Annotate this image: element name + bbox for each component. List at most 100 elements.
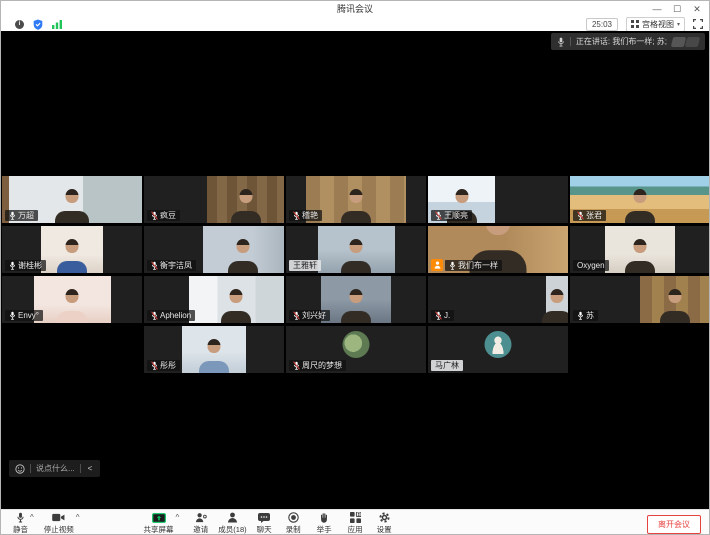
members-button[interactable]: 成员(18): [218, 512, 246, 535]
mic-status-icon: [577, 311, 584, 320]
raise-hand-icon: [319, 512, 329, 523]
tile-footer: Envy°: [5, 310, 43, 321]
participant-video: [34, 276, 111, 323]
tile-footer: Oxygen: [573, 260, 609, 271]
participant-name: 疯豆: [160, 211, 176, 220]
participant-name-label: 稽艳: [289, 210, 322, 221]
share-screen-button[interactable]: 共享屏幕: [144, 512, 174, 535]
mic-status-icon: [293, 211, 300, 220]
person-silhouette: [199, 337, 229, 373]
participant-name-label: 周尺的梦想: [289, 360, 346, 371]
minimize-button[interactable]: —: [647, 2, 667, 16]
participant-name-label: 我们布一样: [445, 260, 502, 271]
record-icon: [288, 512, 299, 523]
chat-button[interactable]: 聊天: [257, 512, 272, 535]
participant-tile[interactable]: 衡宇洁凤: [144, 226, 284, 273]
participant-tile[interactable]: 张君: [570, 176, 710, 223]
grid-row: 彤彤 周尺的梦想: [1, 326, 710, 373]
participant-tile[interactable]: Aphelion: [144, 276, 284, 323]
participant-video: [203, 226, 284, 273]
close-button[interactable]: ✕: [687, 2, 707, 16]
participant-tile[interactable]: 万超: [2, 176, 142, 223]
participant-tile[interactable]: 刘兴好: [286, 276, 426, 323]
participant-tile[interactable]: 谢桂彬: [2, 226, 142, 273]
share-options-chevron[interactable]: ^: [176, 513, 180, 522]
grid-row: Envy° Aphelion: [1, 276, 710, 323]
active-speaker-text: 正在讲话: 我们布一样; 苏;: [576, 36, 667, 47]
meeting-info-icon[interactable]: i: [15, 20, 24, 29]
view-mode-switcher[interactable]: 宫格视图 ▾: [626, 17, 685, 32]
emoji-icon[interactable]: [15, 464, 25, 474]
tile-footer: 稽艳: [289, 210, 322, 221]
participant-tile[interactable]: 周尺的梦想: [286, 326, 426, 373]
participant-video: [207, 176, 284, 223]
participant-tile[interactable]: 王雅轩: [286, 226, 426, 273]
tile-footer: 苏: [573, 310, 598, 321]
members-icon: [227, 512, 238, 523]
participant-name: 谢桂彬: [18, 261, 42, 270]
participant-name: 王顺亮: [444, 211, 468, 220]
participant-tile[interactable]: Oxygen: [570, 226, 710, 273]
participant-tile[interactable]: 彤彤: [144, 326, 284, 373]
participant-video: [321, 276, 391, 323]
invite-button[interactable]: 邀请: [193, 512, 208, 535]
mic-status-icon: [293, 361, 300, 370]
mic-status-icon: [151, 311, 158, 320]
security-shield-icon[interactable]: [33, 19, 43, 30]
person-silhouette: [228, 237, 258, 273]
participant-tile[interactable]: J.: [428, 276, 568, 323]
chat-bubble-icon: [258, 512, 270, 523]
raise-hand-button[interactable]: 举手: [317, 512, 332, 535]
participant-tile[interactable]: 稽艳: [286, 176, 426, 223]
maximize-button[interactable]: ☐: [667, 2, 687, 16]
chat-input[interactable]: 说点什么...: [36, 463, 75, 474]
person-silhouette: [542, 287, 568, 323]
mic-status-icon: [9, 311, 16, 320]
titlebar: 腾讯会议 — ☐ ✕: [1, 1, 709, 17]
participant-video: [318, 226, 395, 273]
apps-button[interactable]: 应用: [348, 512, 363, 535]
tile-footer: 彤彤: [147, 360, 180, 371]
mic-status-icon: [577, 211, 584, 220]
mic-icon: [16, 512, 25, 523]
video-options-chevron[interactable]: ^: [76, 513, 80, 522]
camera-icon: [52, 512, 65, 523]
tile-footer: 谢桂彬: [5, 260, 46, 271]
mute-options-chevron[interactable]: ^: [30, 513, 34, 522]
participant-name: 周尺的梦想: [302, 361, 342, 370]
person-silhouette: [55, 187, 89, 223]
settings-button[interactable]: 设置: [377, 512, 392, 535]
tile-footer: 王雅轩: [289, 260, 321, 271]
participant-tile[interactable]: 马广林: [428, 326, 568, 373]
tile-footer: 疯豆: [147, 210, 180, 221]
tile-footer: 马广林: [431, 360, 463, 371]
meeting-timer: 25:03: [586, 18, 618, 31]
participant-tile[interactable]: 王顺亮: [428, 176, 568, 223]
tile-footer: J.: [431, 310, 454, 321]
tile-footer: Aphelion: [147, 310, 195, 321]
stop-video-button[interactable]: 停止视频: [44, 512, 74, 535]
participant-name-label: 王雅轩: [289, 260, 321, 271]
tile-footer: 我们布一样: [431, 259, 502, 271]
tencent-meeting-window: 腾讯会议 — ☐ ✕ i 25:03 宫格视图 ▾: [0, 0, 710, 535]
person-silhouette: [341, 187, 371, 223]
participant-tile[interactable]: 我们布一样: [428, 226, 568, 273]
apps-grid-icon: [350, 512, 361, 523]
fullscreen-icon[interactable]: [693, 19, 703, 29]
record-button[interactable]: 录制: [286, 512, 301, 535]
collapse-chat-button[interactable]: <: [86, 464, 95, 473]
participant-tile[interactable]: 疯豆: [144, 176, 284, 223]
mute-button[interactable]: 静音: [13, 512, 28, 535]
participant-name-label: 彤彤: [147, 360, 180, 371]
divider: [570, 37, 571, 46]
leave-meeting-button[interactable]: 离开会议: [647, 515, 701, 534]
video-grid: 万超 疯豆: [1, 176, 710, 373]
tile-footer: 万超: [5, 210, 38, 221]
participant-tile[interactable]: 苏: [570, 276, 710, 323]
participant-name-label: 谢桂彬: [5, 260, 46, 271]
participant-video: [41, 226, 103, 273]
window-title: 腾讯会议: [1, 1, 709, 17]
person-silhouette: [341, 237, 371, 273]
participant-tile[interactable]: Envy°: [2, 276, 142, 323]
tile-footer: 张君: [573, 210, 606, 221]
